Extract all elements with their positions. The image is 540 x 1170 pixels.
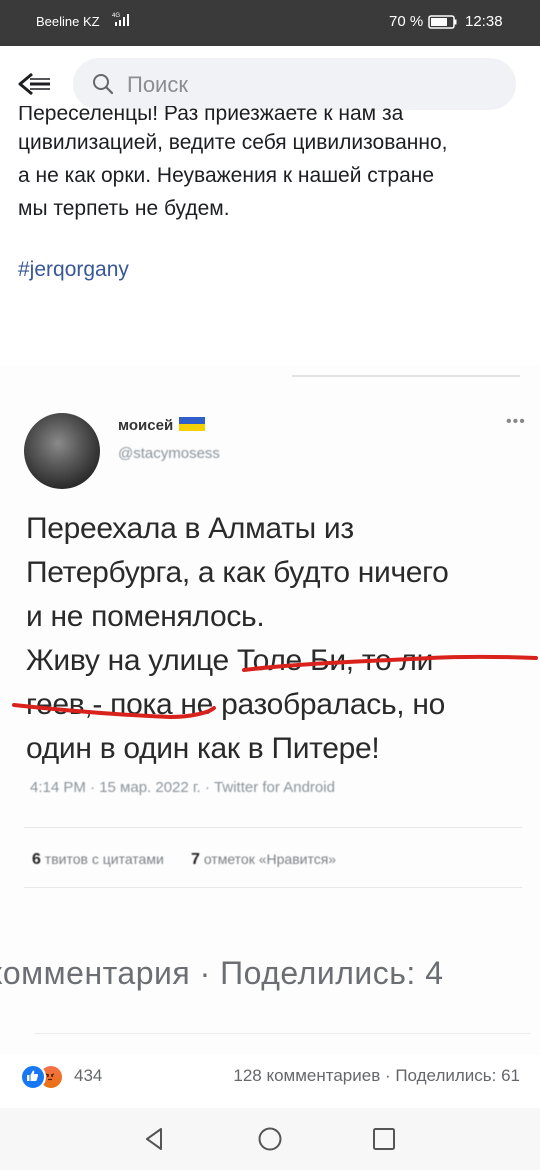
reactions-count: 434 [74,1066,103,1085]
post-photo[interactable]: моисей @stacymosess ••• Переехала в Алма… [0,365,540,1055]
nav-recents-icon [373,1128,395,1150]
flag-icon [179,417,206,431]
post-text-line: цивилизацией, ведите себя цивилизованно, [18,131,448,154]
divider [24,887,522,888]
tweet-stats: 6 твитов с цитатами 7 отметок «Нравится» [32,851,337,868]
tweet-line: Петербурга, а как будто ничего [26,556,449,589]
tweet-line: Живу на улице Толе Би, то ли [26,644,434,677]
clock: 12:38 [465,13,503,30]
post-text-line: мы терпеть не будем. [18,197,230,220]
hashtag-link[interactable]: #jerqorgany [18,258,129,282]
nav-recents-button[interactable] [370,1125,398,1153]
nav-back-icon [146,1128,162,1150]
nav-back-button[interactable] [141,1125,169,1153]
tweet-meta: 4:14 PM · 15 мар. 2022 г. · Twitter for … [30,779,335,796]
nav-home-button[interactable] [256,1125,284,1153]
tweet-author: моисей [118,417,206,434]
post-text-line-cut: Переселенцы! Раз приезжаете к нам за [18,106,404,125]
more-icon: ••• [506,413,526,430]
tweet-handle: @stacymosess [118,445,220,462]
post-text: Переселенцы! Раз приезжаете к нам за цив… [18,106,528,225]
search-input[interactable] [125,68,499,102]
avatar [24,413,100,489]
battery-icon [428,14,458,34]
like-reaction-icon [20,1064,46,1090]
navigation-bar [0,1108,540,1170]
post-text-line: а не как орки. Неуважения к нашей стране [18,164,435,187]
divider [34,1033,530,1034]
search-bar[interactable] [73,58,516,110]
battery-percent: 70 % [389,13,424,30]
tweet-line: один в один как в Питере! [26,732,380,765]
tweet-line: и не поменялось. [26,600,265,633]
search-icon [93,74,114,95]
divider [24,827,522,828]
back-arrow-icon [18,72,50,96]
back-button[interactable] [16,66,56,102]
divider [292,375,520,377]
tweet-body: Переехала в Алматы из Петербурга, а как … [26,507,531,771]
nav-home-icon [258,1127,282,1151]
tweet-line: Переехала в Алматы из [26,512,354,545]
carrier-name: Beeline KZ [36,14,100,29]
comments-shares-count[interactable]: 128 комментариев · Поделились: 61 [233,1066,520,1086]
status-bar: Beeline KZ 4G 70 % 12:38 [0,0,540,46]
network-type: 4G [112,13,120,19]
signal-icon: 4G [112,11,132,31]
tweet-line: геев,- пока не разобралась, но [26,688,445,721]
